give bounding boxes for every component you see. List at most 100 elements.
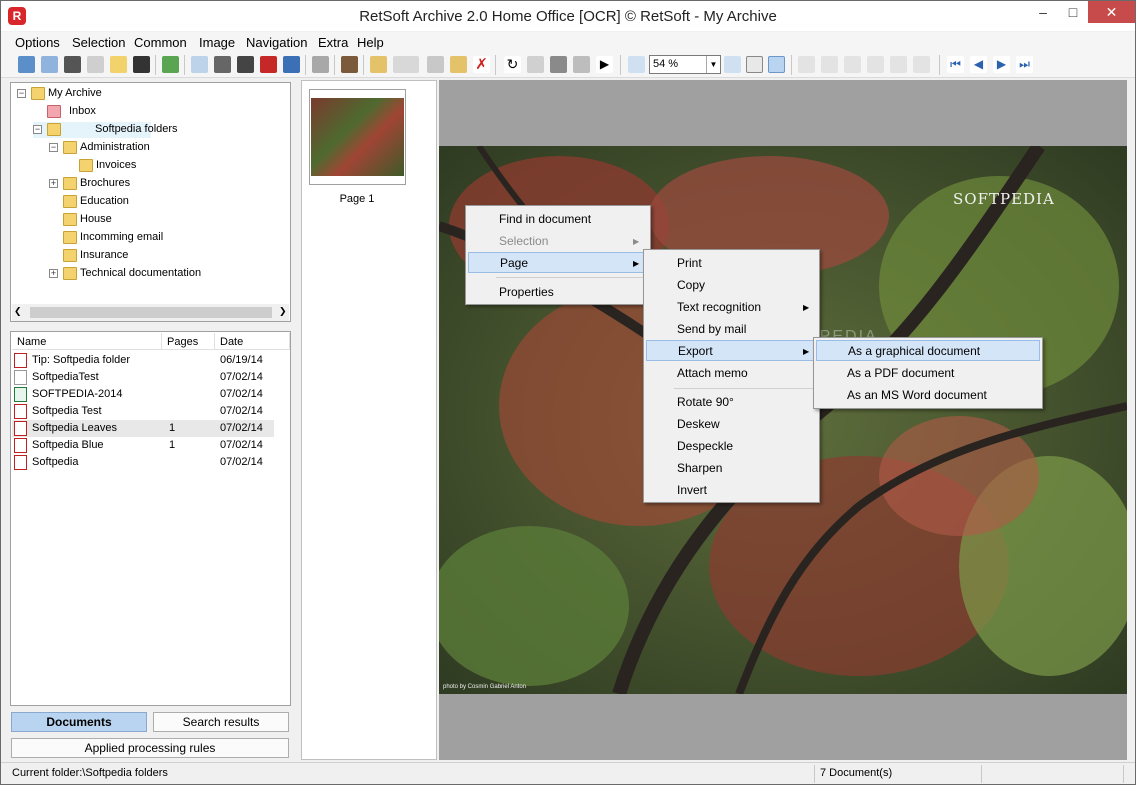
doc-date: 07/02/14 [220, 456, 263, 468]
menu-common[interactable]: Common [134, 35, 187, 50]
menu-item-send-by-mail[interactable]: Send by mail [646, 319, 817, 340]
applied-processing-rules-button[interactable]: Applied processing rules [11, 738, 289, 758]
list-item[interactable]: SOFTPEDIA-2014 07/02/14 [12, 386, 290, 403]
binoculars-icon[interactable] [64, 56, 81, 73]
menu-navigation[interactable]: Navigation [246, 35, 307, 50]
save-icon[interactable] [237, 56, 254, 73]
last-page-icon[interactable]: ⏭ [1016, 56, 1033, 73]
zoom-in-icon[interactable] [724, 56, 741, 73]
select-text-icon[interactable] [821, 56, 838, 73]
menu-item-selection[interactable]: Selection ▶ [468, 231, 648, 252]
scrollbar-thumb[interactable] [30, 307, 272, 318]
select-area-icon[interactable] [798, 56, 815, 73]
column-name[interactable]: Name [12, 333, 162, 350]
play-icon[interactable]: ▶ [596, 56, 613, 73]
first-page-icon[interactable]: ⏮ [947, 56, 964, 73]
document-list[interactable]: Name Pages Date Tip: Softpedia folder 06… [10, 331, 291, 706]
menu-item-export-graphical[interactable]: As a graphical document [816, 340, 1040, 361]
despeckle-icon[interactable] [573, 56, 590, 73]
submenu-arrow-icon: ▶ [803, 347, 810, 356]
menu-item-page[interactable]: Page ▶ [468, 252, 648, 273]
menu-item-find-in-document[interactable]: Find in document [468, 209, 648, 230]
scan-icon[interactable] [18, 56, 35, 73]
fit-page-icon[interactable] [746, 56, 763, 73]
select-add-icon[interactable] [844, 56, 861, 73]
menu-item-export-word[interactable]: As an MS Word document [816, 385, 1040, 406]
menu-options[interactable]: Options [15, 35, 60, 50]
menu-image[interactable]: Image [199, 35, 235, 50]
list-item-selected[interactable]: Softpedia Leaves 1 07/02/14 [12, 420, 274, 437]
column-pages[interactable]: Pages [162, 333, 215, 350]
menu-help[interactable]: Help [357, 35, 384, 50]
find-document-icon[interactable] [87, 56, 104, 73]
menu-item-despeckle[interactable]: Despeckle [646, 436, 817, 457]
add-document-icon[interactable] [162, 56, 179, 73]
previous-page-icon[interactable]: ◀ [970, 56, 987, 73]
menu-extra[interactable]: Extra [318, 35, 348, 50]
collapse-icon[interactable]: − [49, 143, 58, 152]
menu-item-text-recognition[interactable]: Text recognition ▶ [646, 297, 817, 318]
menu-item-invert[interactable]: Invert [646, 480, 817, 501]
tools-icon[interactable] [341, 56, 358, 73]
select-clear-icon[interactable] [913, 56, 930, 73]
word-icon[interactable] [283, 56, 300, 73]
page-icon[interactable] [527, 56, 544, 73]
cloud-icon[interactable] [312, 56, 329, 73]
pdf-icon[interactable] [260, 56, 277, 73]
menu-item-rotate-90[interactable]: Rotate 90° [646, 392, 817, 413]
column-date[interactable]: Date [215, 333, 290, 350]
expand-icon[interactable]: + [49, 269, 58, 278]
menu-bar: Options Selection Common Image Navigatio… [1, 32, 1135, 52]
horizontal-scrollbar[interactable]: ❮ ❯ [12, 304, 289, 321]
menu-item-properties[interactable]: Properties [468, 282, 648, 303]
page-thumbnail[interactable] [309, 89, 406, 185]
rotate-icon[interactable]: ↻ [504, 56, 521, 73]
print-icon[interactable] [214, 56, 231, 73]
scroll-left-icon[interactable]: ❮ [14, 306, 22, 317]
barcode-icon[interactable] [133, 56, 150, 73]
move-icon[interactable] [370, 56, 387, 73]
chevron-down-icon[interactable]: ▼ [706, 56, 720, 73]
mail-icon[interactable] [191, 56, 208, 73]
zoom-select[interactable]: 54 % ▼ [649, 55, 721, 74]
tree-item-label: Administration [80, 141, 150, 153]
list-header: Name Pages Date [12, 333, 290, 350]
fit-width-icon[interactable] [768, 56, 785, 73]
expand-icon[interactable]: + [49, 179, 58, 188]
tab-search-results[interactable]: Search results [153, 712, 289, 732]
tab-documents[interactable]: Documents [11, 712, 147, 732]
list-item[interactable]: Softpedia 07/02/14 [12, 454, 290, 471]
toolbar-separator [363, 55, 364, 75]
folder-search-icon[interactable] [110, 56, 127, 73]
list-item[interactable]: Tip: Softpedia folder 06/19/14 [12, 352, 290, 369]
tree-item-softpedia-folders[interactable]: − Softpedia folders [33, 122, 178, 138]
menu-item-sharpen[interactable]: Sharpen [646, 458, 817, 479]
collapse-icon[interactable]: − [33, 125, 42, 134]
menu-item-export-pdf[interactable]: As a PDF document [816, 363, 1040, 384]
select-zoom-icon[interactable] [867, 56, 884, 73]
delete-icon[interactable]: ✗ [473, 56, 490, 73]
list-item[interactable]: Softpedia Test 07/02/14 [12, 403, 290, 420]
list-item[interactable]: Softpedia Blue 1 07/02/14 [12, 437, 290, 454]
menu-item-attach-memo[interactable]: Attach memo [646, 363, 817, 384]
menu-item-copy[interactable]: Copy [646, 275, 817, 296]
rename-icon[interactable] [450, 56, 467, 73]
maximize-icon[interactable]: □ [1058, 1, 1088, 23]
list-item[interactable]: SoftpediaTest 07/02/14 [12, 369, 290, 386]
next-page-icon[interactable]: ▶ [993, 56, 1010, 73]
collapse-icon[interactable]: − [17, 89, 26, 98]
zoom-out-icon[interactable] [628, 56, 645, 73]
edit-dropdown-icon[interactable] [393, 56, 419, 73]
select-copy-icon[interactable] [890, 56, 907, 73]
menu-item-deskew[interactable]: Deskew [646, 414, 817, 435]
scroll-right-icon[interactable]: ❯ [279, 306, 287, 317]
minimize-icon[interactable]: – [1028, 1, 1058, 23]
crop-icon[interactable] [550, 56, 567, 73]
menu-selection[interactable]: Selection [72, 35, 125, 50]
menu-item-print[interactable]: Print [646, 253, 817, 274]
import-icon[interactable] [41, 56, 58, 73]
close-icon[interactable]: ✕ [1088, 1, 1135, 23]
folder-tree[interactable]: − My Archive Inbox − Softpedia folders −… [10, 82, 291, 322]
copy-icon[interactable] [427, 56, 444, 73]
menu-item-export[interactable]: Export ▶ [646, 340, 817, 361]
